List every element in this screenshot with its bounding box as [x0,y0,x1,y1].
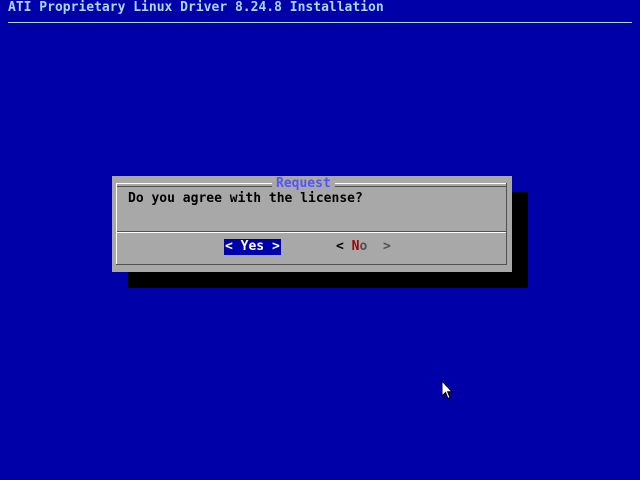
no-close-bracket: > [382,239,391,254]
yes-open-bracket: < [225,239,233,254]
dialog-message: Do you agree with the license? [128,191,363,206]
yes-button[interactable]: < Yes > [224,239,281,255]
dialog-frame-left [116,183,117,265]
request-dialog: Request Do you agree with the license? <… [112,176,512,272]
no-button[interactable]: < No > [336,239,391,255]
backtitle: ATI Proprietary Linux Driver 8.24.8 Inst… [8,0,384,15]
no-label-rest: o [359,239,368,254]
yes-label-rest: es [248,239,265,254]
mouse-pointer-icon [441,380,453,400]
dialog-frame-bottom [116,264,507,265]
dialog-title: Request [272,176,335,192]
yes-close-bracket: > [271,239,280,254]
dialog-frame-right [506,183,507,265]
button-separator [117,231,506,233]
no-open-bracket: < [336,239,344,254]
installer-screen: ATI Proprietary Linux Driver 8.24.8 Inst… [0,0,640,480]
backtitle-rule [8,22,632,23]
